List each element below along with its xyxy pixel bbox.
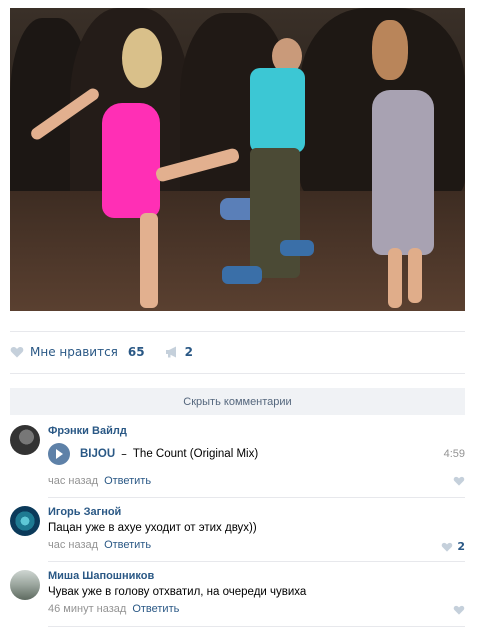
post-photo[interactable]	[10, 8, 465, 311]
comment-like-button[interactable]	[453, 476, 465, 486]
comment-like-button[interactable]: 2	[441, 540, 465, 553]
comment-text: Чувак уже в голову отхватил, на очереди …	[48, 586, 307, 598]
comment-author[interactable]: Фрэнки Вайлд	[48, 425, 127, 437]
avatar[interactable]	[10, 570, 40, 600]
play-icon	[56, 449, 63, 459]
comment-time[interactable]: час назад	[48, 475, 98, 487]
divider	[48, 626, 465, 627]
comment-time[interactable]: час назад	[48, 539, 98, 551]
play-button[interactable]	[48, 443, 70, 465]
audio-dash: –	[121, 447, 127, 461]
comment-text: Пацан уже в ахуе уходит от этих двух))	[48, 522, 257, 534]
like-button[interactable]: Мне нравится 65	[10, 345, 145, 359]
comment-item: Миша Шапошников Чувак уже в голову отхва…	[10, 570, 465, 620]
comment-meta: час назад Ответить	[48, 475, 151, 487]
divider	[10, 373, 465, 374]
audio-artist[interactable]: BIJOU	[80, 448, 115, 460]
audio-attachment: BIJOU – The Count (Original Mix) 4:59	[48, 442, 465, 466]
comment-author[interactable]: Миша Шапошников	[48, 570, 154, 582]
comment-author[interactable]: Игорь Загной	[48, 506, 121, 518]
heart-icon	[453, 605, 465, 615]
heart-icon	[10, 346, 24, 358]
comment-item: Игорь Загной Пацан уже в ахуе уходит от …	[10, 506, 465, 556]
divider	[48, 561, 465, 562]
comment-meta: 46 минут назад Ответить	[48, 603, 179, 615]
post-actions: Мне нравится 65 2	[10, 339, 193, 365]
share-button[interactable]: 2	[165, 345, 193, 359]
reply-button[interactable]: Ответить	[104, 539, 151, 551]
comment-like-count: 2	[457, 540, 465, 553]
like-label: Мне нравится	[30, 345, 118, 359]
heart-icon	[453, 476, 465, 486]
share-count: 2	[184, 345, 193, 359]
comment-like-button[interactable]	[453, 605, 465, 615]
avatar[interactable]	[10, 425, 40, 455]
comment-time[interactable]: 46 минут назад	[48, 603, 126, 615]
comment-meta: час назад Ответить	[48, 539, 151, 551]
divider	[48, 497, 465, 498]
audio-title[interactable]: The Count (Original Mix)	[133, 448, 258, 460]
like-count: 65	[127, 345, 145, 359]
heart-icon	[442, 542, 453, 552]
hide-comments-button[interactable]: Скрыть комментарии	[10, 388, 465, 415]
megaphone-icon	[165, 346, 176, 358]
audio-duration: 4:59	[443, 448, 465, 460]
divider	[10, 331, 465, 332]
reply-button[interactable]: Ответить	[132, 603, 179, 615]
avatar[interactable]	[10, 506, 40, 536]
comment-item: Фрэнки Вайлд BIJOU – The Count (Original…	[10, 425, 465, 495]
reply-button[interactable]: Ответить	[104, 475, 151, 487]
